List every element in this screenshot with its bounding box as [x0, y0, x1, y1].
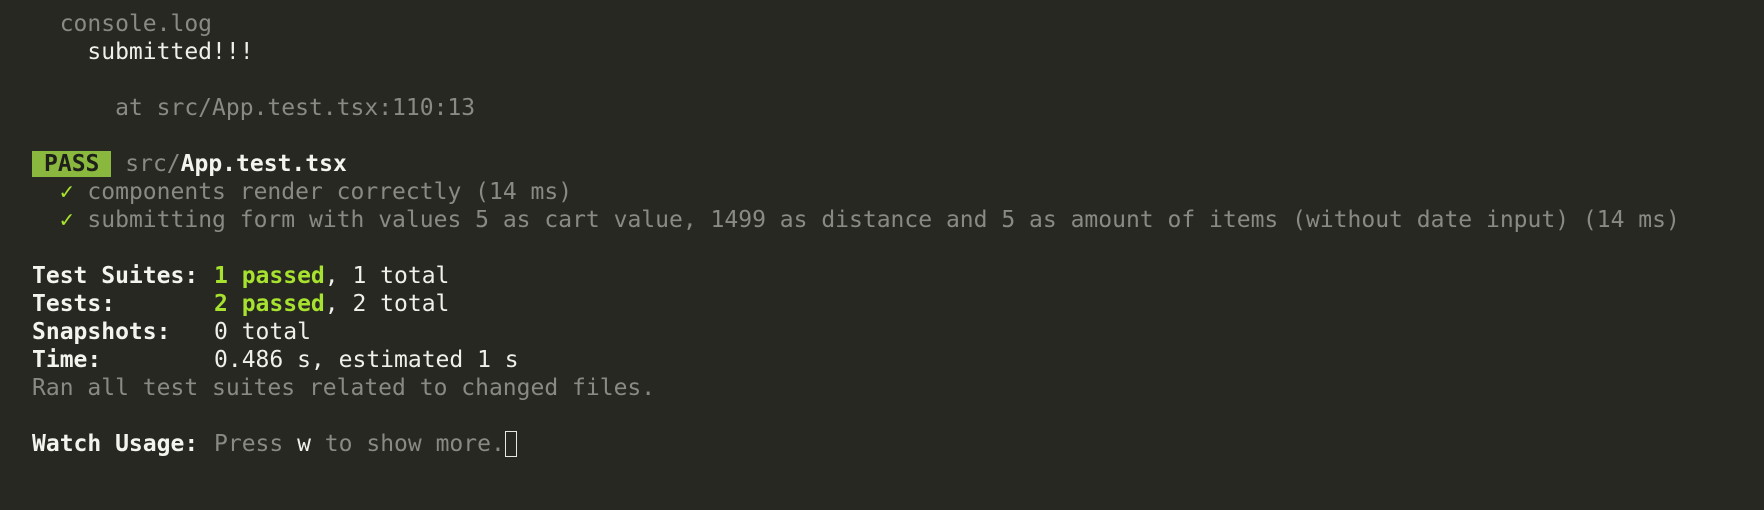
ran-all-text: Ran all test suites related to changed f… — [32, 375, 656, 401]
file-path-prefix: src/ — [125, 151, 181, 177]
time-value: 0.486 s, estimated 1 s — [214, 347, 519, 373]
console-log-header: console.log — [32, 10, 1764, 38]
tests-label: Tests: — [32, 291, 116, 317]
suites-total: , 1 total — [324, 263, 450, 289]
test-case-name: submitting form with values 5 as cart va… — [87, 207, 1680, 233]
test-case-row: ✓ components render correctly (14 ms) — [32, 178, 1764, 206]
ran-all-line: Ran all test suites related to changed f… — [32, 374, 1764, 402]
tests-total: , 2 total — [324, 291, 450, 317]
pass-badge: PASS — [32, 151, 112, 177]
console-message: submitted!!! — [87, 39, 254, 65]
console-location: at src/App.test.tsx:110:13 — [115, 95, 476, 121]
snapshots-value: 0 total — [214, 319, 311, 345]
check-icon: ✓ — [59, 207, 74, 233]
console-location-line: at src/App.test.tsx:110:13 — [32, 94, 1764, 122]
file-name: App.test.tsx — [180, 151, 347, 177]
snapshots-label: Snapshots: — [32, 319, 171, 345]
summary-snapshots: Snapshots: 0 total — [32, 318, 1764, 346]
time-label: Time: — [32, 347, 102, 373]
summary-tests: Tests: 2 passed, 2 total — [32, 290, 1764, 318]
watch-suffix: to show more. — [310, 431, 505, 457]
test-case-name: components render correctly (14 ms) — [87, 179, 573, 205]
suites-passed: 1 passed — [214, 263, 325, 289]
watch-key: w — [297, 431, 311, 457]
check-icon: ✓ — [59, 179, 74, 205]
terminal-output: console.log submitted!!! at src/App.test… — [0, 0, 1764, 510]
terminal-cursor[interactable] — [504, 431, 517, 457]
tests-passed: 2 passed — [214, 291, 325, 317]
test-case-row: ✓ submitting form with values 5 as cart … — [32, 206, 1764, 234]
summary-time: Time: 0.486 s, estimated 1 s — [32, 346, 1764, 374]
summary-suites: Test Suites: 1 passed, 1 total — [32, 262, 1764, 290]
watch-usage-line: Watch Usage: Press w to show more. — [32, 430, 1764, 458]
watch-prefix: Press — [214, 431, 298, 457]
console-log-label: console.log — [59, 11, 213, 37]
console-message-line: submitted!!! — [32, 38, 1764, 66]
watch-usage-label: Watch Usage: — [32, 431, 199, 457]
test-file-result: PASS src/App.test.tsx — [32, 150, 1764, 178]
suites-label: Test Suites: — [32, 263, 199, 289]
